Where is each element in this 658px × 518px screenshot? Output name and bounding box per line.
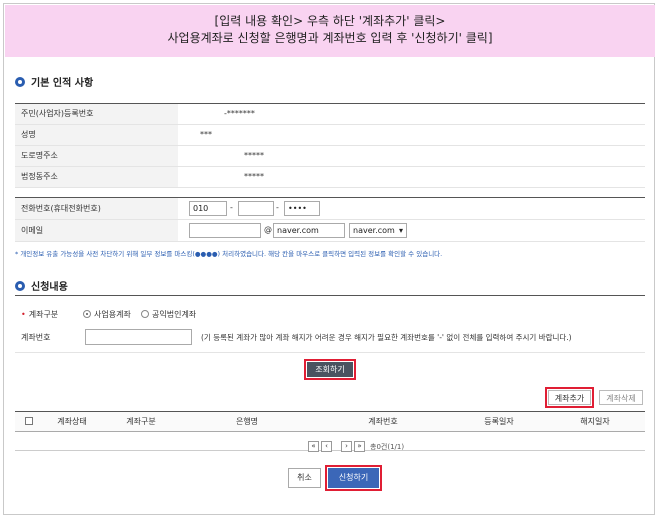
account-type-public-radio[interactable]: 공익법인계좌: [141, 309, 196, 320]
row-value: *****: [244, 172, 264, 181]
col-registered-date: 등록일자: [453, 411, 545, 432]
radio-icon: [141, 310, 149, 318]
chevron-down-icon: ▾: [398, 226, 403, 235]
dash: -: [276, 203, 279, 212]
col-status: 계좌상태: [43, 411, 101, 432]
email-select-value: naver.com: [353, 226, 395, 235]
select-all-checkbox[interactable]: [25, 416, 33, 425]
phone-last-input[interactable]: ••••: [284, 201, 320, 216]
apply-form: • 계좌구분 사업용계좌 공익법인계좌 계좌번호 (기 등록된 계좌가 많아 계좌…: [15, 295, 645, 353]
pager-last-button[interactable]: »: [354, 441, 365, 452]
submit-button[interactable]: 신청하기: [328, 468, 379, 488]
select-all-cell: [15, 411, 43, 432]
pager-first-button[interactable]: «: [308, 441, 319, 452]
account-type-business-radio[interactable]: 사업용계좌: [83, 309, 131, 320]
email-label: 이메일: [15, 220, 178, 241]
account-type-label: • 계좌구분: [21, 310, 59, 319]
phone-label: 전화번호(휴대전화번호): [15, 198, 178, 219]
col-type: 계좌구분: [101, 411, 181, 432]
add-account-button[interactable]: 계좌추가: [548, 390, 591, 405]
table-header-row: 계좌상태 계좌구분 은행명 계좌번호 등록일자 해지일자: [15, 411, 645, 432]
radio-selected-icon: [83, 310, 91, 318]
masking-note: * 개인정보 유출 가능성을 사전 차단하기 위해 일부 정보를 마스킹(●●●…: [15, 250, 443, 258]
banner-line-1: [입력 내용 확인> 우측 하단 '계좌추가' 클릭>: [214, 14, 446, 28]
pager-prev-button[interactable]: ‹: [321, 441, 332, 452]
section-bullet-icon: [15, 280, 25, 291]
phone-prefix-input[interactable]: 010: [189, 201, 227, 216]
delete-account-button[interactable]: 계좌삭제: [599, 390, 643, 405]
banner-line-2: 사업용계좌로 신청할 은행명과 계좌번호 입력 후 '신청하기' 클릭]: [167, 31, 493, 45]
section-basic-title: 기본 인적 사항: [15, 74, 93, 89]
account-type-label-text: 계좌구분: [28, 310, 59, 319]
account-number-label: 계좌번호: [21, 333, 51, 342]
col-account-number: 계좌번호: [313, 411, 453, 432]
instruction-banner: [입력 내용 확인> 우측 하단 '계좌추가' 클릭> 사업용계좌로 신청할 은…: [5, 5, 655, 57]
info-row-id: 주민(사업자)등록번호 -*******: [15, 104, 645, 125]
row-label: 성명: [15, 125, 178, 145]
radio-label: 사업용계좌: [94, 310, 131, 319]
account-number-hint: (기 등록된 계좌가 많아 계좌 해지가 어려운 경우 해지가 필요한 계좌번호…: [201, 333, 572, 342]
info-row-name: 성명 ***: [15, 125, 645, 146]
search-button[interactable]: 조회하기: [307, 362, 353, 377]
phone-middle-input[interactable]: [238, 201, 274, 216]
row-value: ***: [200, 130, 212, 139]
info-row-road-address: 도로명주소 *****: [15, 146, 645, 167]
section-bullet-icon: [15, 76, 25, 87]
section-basic-label: 기본 인적 사항: [31, 78, 94, 89]
pager-summary: 총0건(1/1): [370, 443, 405, 451]
pager-next-button[interactable]: ›: [341, 441, 352, 452]
email-at-sign: @: [264, 225, 272, 234]
dash: -: [230, 203, 233, 212]
email-domain-select[interactable]: naver.com ▾: [349, 223, 407, 238]
row-label: 도로명주소: [15, 146, 178, 166]
radio-label: 공익법인계좌: [152, 310, 197, 319]
row-value: *****: [244, 151, 264, 160]
page-frame: [입력 내용 확인> 우측 하단 '계좌추가' 클릭> 사업용계좌로 신청할 은…: [3, 3, 655, 515]
row-label: 법정동주소: [15, 167, 178, 187]
account-number-input[interactable]: [85, 329, 192, 345]
info-row-phone: 전화번호(휴대전화번호): [15, 198, 645, 220]
info-row-lot-address: 법정동주소 *****: [15, 167, 645, 188]
col-bank: 은행명: [181, 411, 313, 432]
email-local-input[interactable]: [189, 223, 261, 238]
row-label: 주민(사업자)등록번호: [15, 104, 178, 124]
col-closed-date: 해지일자: [545, 411, 645, 432]
section-apply-label: 신청내용: [31, 282, 68, 293]
cancel-button[interactable]: 취소: [288, 468, 321, 488]
row-value: -*******: [224, 109, 255, 118]
email-domain-input[interactable]: naver.com: [273, 223, 345, 238]
section-apply-title: 신청내용: [15, 278, 68, 293]
